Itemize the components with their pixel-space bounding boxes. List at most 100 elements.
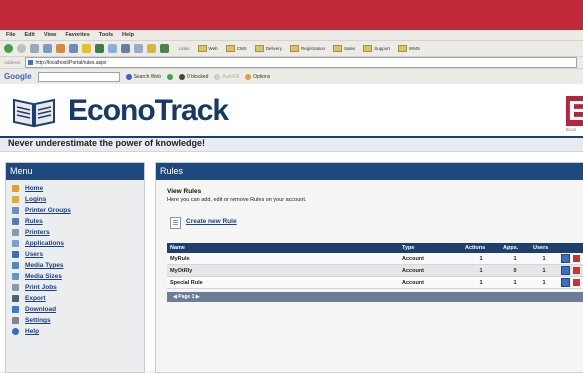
column-header-actions[interactable]: Actions	[462, 243, 500, 253]
menu-item-download[interactable]: Download	[6, 304, 144, 315]
link-sales[interactable]: Sales	[332, 45, 355, 52]
print-icon[interactable]	[121, 44, 130, 53]
table-header-row: Name Type Actions Apps. Users	[167, 243, 583, 253]
menu-item-label: Home	[25, 185, 44, 192]
menu-favorites[interactable]: Favorites	[65, 32, 89, 38]
menu-item-label: Download	[25, 306, 57, 313]
new-document-icon	[170, 217, 181, 229]
link-support[interactable]: Support	[363, 45, 390, 52]
link-web[interactable]: Web	[197, 45, 218, 52]
history-icon[interactable]	[95, 44, 104, 53]
address-url: http://localhost/Portal/rules.aspx	[35, 59, 107, 66]
pagerank-icon[interactable]	[166, 73, 173, 80]
autofill-label: AutoFill	[222, 73, 240, 80]
menu-tools[interactable]: Tools	[99, 32, 113, 38]
menu-item-printers[interactable]: Printers	[6, 227, 144, 238]
home-browser-icon[interactable]	[56, 44, 65, 53]
menu-item-applications[interactable]: Applications	[6, 238, 144, 249]
home-icon	[12, 185, 19, 192]
link-wms[interactable]: WMS	[398, 45, 420, 52]
autofill-button[interactable]: AutoFill	[214, 73, 240, 80]
cell-row-actions	[558, 264, 583, 277]
popup-blocker-button[interactable]: 0 blocked	[178, 73, 209, 80]
mail-icon[interactable]	[108, 44, 117, 53]
table-row[interactable]: Special Rule Account 1 1 1	[167, 276, 583, 289]
address-input[interactable]: http://localhost/Portal/rules.aspx	[24, 57, 577, 68]
favorites-icon[interactable]	[82, 44, 91, 53]
table-pager[interactable]: ◀ Page 1 ▶	[167, 292, 583, 302]
print-jobs-icon	[12, 284, 19, 291]
link-folder-icon	[254, 45, 264, 52]
menu-edit[interactable]: Edit	[24, 32, 34, 38]
link-delivery[interactable]: Delivery	[254, 45, 282, 52]
refresh-icon[interactable]	[43, 44, 52, 53]
options-button[interactable]: Options	[245, 73, 271, 80]
cell-name: MyRule	[167, 253, 399, 265]
create-new-rule-link[interactable]: Create new Rule	[186, 218, 237, 225]
menu-view[interactable]: View	[44, 32, 56, 38]
back-icon[interactable]	[4, 44, 13, 53]
menu-item-label: Printer Groups	[25, 207, 71, 214]
cell-name: MyOtRly	[167, 264, 399, 277]
browser-menubar: File Edit View Favorites Tools Help	[0, 30, 583, 40]
cell-type: Account	[399, 264, 462, 277]
menu-item-logins[interactable]: Logins	[6, 194, 144, 205]
folder-icon[interactable]	[147, 44, 156, 53]
menu-item-printer-groups[interactable]: Printer Groups	[6, 205, 144, 216]
cell-actions: 1	[462, 264, 500, 277]
delete-icon[interactable]	[573, 255, 580, 262]
column-header-type[interactable]: Type	[399, 243, 462, 253]
link-registration[interactable]: Registration	[289, 45, 325, 52]
menu-item-label: Applications	[25, 240, 65, 247]
table-row[interactable]: MyOtRly Account 1 0 1	[167, 264, 583, 277]
column-header-apps[interactable]: Apps.	[500, 243, 530, 253]
menu-item-media-sizes[interactable]: Media Sizes	[6, 271, 144, 282]
blocked-label: 0 blocked	[186, 73, 209, 80]
link-cms[interactable]: CMS	[225, 45, 247, 52]
help-icon	[12, 328, 19, 335]
view-rules-description: Here you can add, edit or remove Rules o…	[167, 197, 307, 203]
stop-icon[interactable]	[30, 44, 39, 53]
search-icon[interactable]	[69, 44, 78, 53]
delete-icon[interactable]	[573, 279, 580, 286]
menu-help[interactable]: Help	[122, 32, 134, 38]
forward-icon[interactable]	[17, 44, 26, 53]
menu-item-media-types[interactable]: Media Types	[6, 260, 144, 271]
edit-icon[interactable]	[561, 266, 570, 275]
menu-item-label: Export	[25, 295, 46, 302]
menu-item-rules[interactable]: Rules	[6, 216, 144, 227]
edit-icon[interactable]	[134, 44, 143, 53]
options-label: Options	[253, 73, 271, 80]
messenger-icon[interactable]	[160, 44, 169, 53]
rules-panel-title: Rules	[156, 163, 583, 180]
menu-item-print-jobs[interactable]: Print Jobs	[6, 282, 144, 293]
column-header-name[interactable]: Name	[167, 243, 399, 253]
menu-item-settings[interactable]: Settings	[6, 315, 144, 326]
settings-icon	[12, 317, 19, 324]
delete-icon[interactable]	[573, 267, 580, 274]
links-label: Links	[179, 46, 190, 51]
table-row[interactable]: MyRule Account 1 1 1	[167, 253, 583, 265]
link-folder-icon	[197, 45, 207, 52]
menu-item-label: Print Jobs	[25, 284, 57, 291]
options-icon	[245, 73, 252, 80]
menu-item-help[interactable]: Help	[6, 326, 144, 337]
browser-toolbar: Links Web CMS Delivery Registration Sale…	[0, 40, 583, 56]
menu-panel: Menu Home Logins Printer Groups Rules Pr…	[5, 162, 145, 373]
cell-actions: 1	[462, 253, 500, 265]
search-web-button[interactable]: Search Web	[125, 73, 161, 80]
rules-icon	[12, 218, 19, 225]
media-sizes-icon	[12, 273, 19, 280]
edit-icon[interactable]	[561, 278, 570, 287]
menu-panel-title: Menu	[6, 163, 144, 180]
menu-item-home[interactable]: Home	[6, 183, 144, 194]
menu-file[interactable]: File	[6, 32, 15, 38]
menu-item-label: Help	[25, 328, 40, 335]
column-header-users[interactable]: Users	[530, 243, 558, 253]
edit-icon[interactable]	[561, 254, 570, 263]
applications-icon	[12, 240, 19, 247]
google-search-input[interactable]	[37, 71, 120, 82]
menu-item-export[interactable]: Export	[6, 293, 144, 304]
menu-item-users[interactable]: Users	[6, 249, 144, 260]
cell-users: 1	[530, 276, 558, 289]
